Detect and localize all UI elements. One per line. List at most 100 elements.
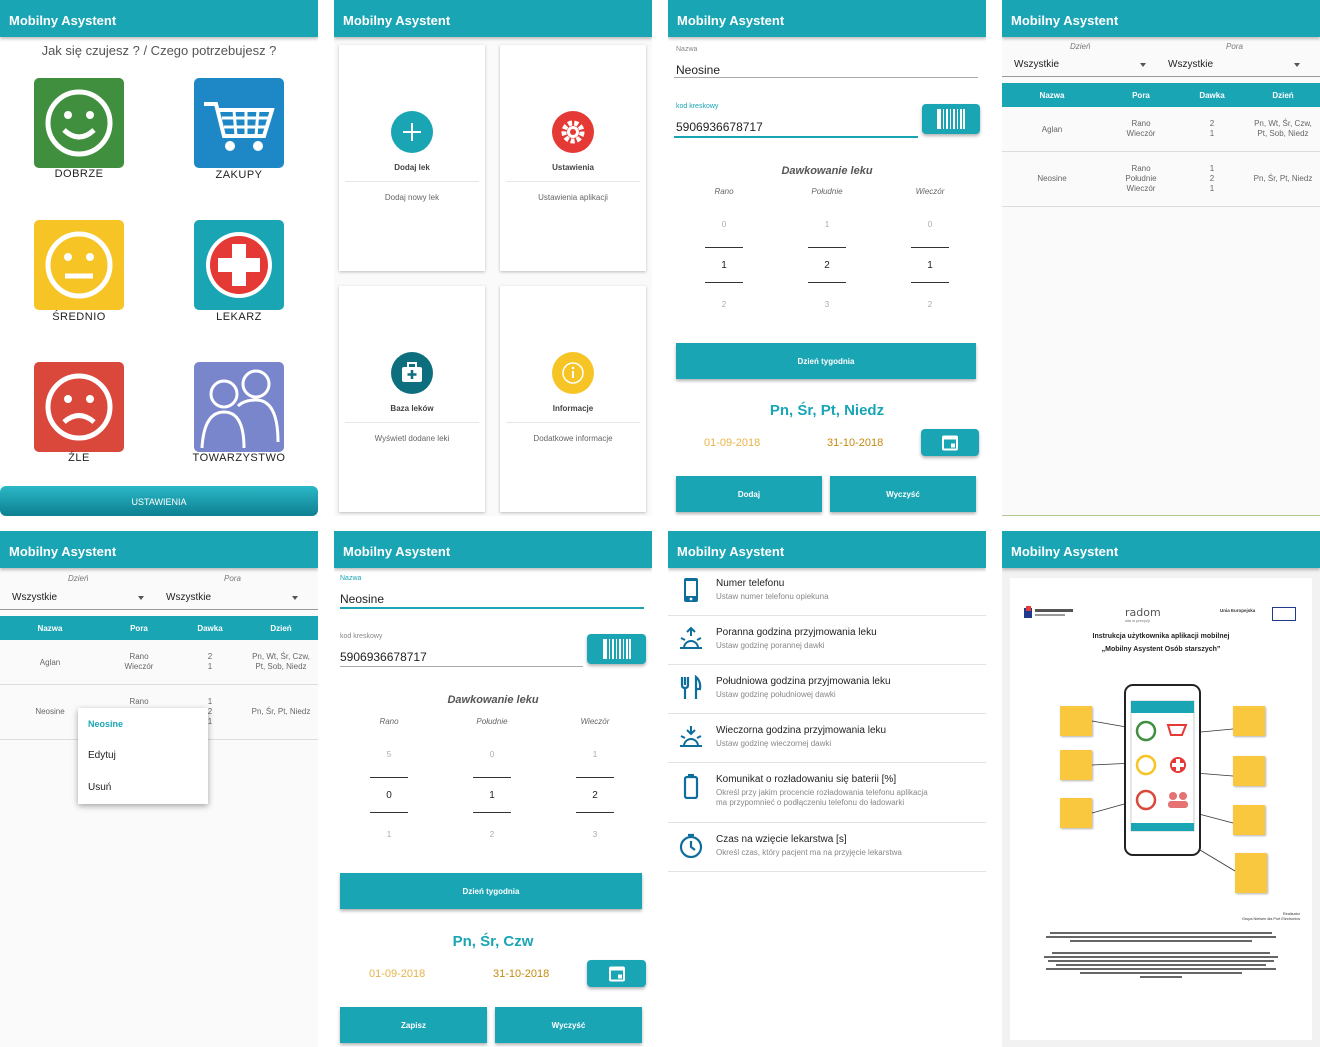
picker-prev[interactable]: 1 — [797, 220, 857, 229]
settings-card[interactable]: Ustawienia Ustawienia aplikacji — [500, 45, 646, 271]
edit-menu-item[interactable]: Edytuj — [88, 750, 116, 761]
name-input[interactable]: Neosine — [340, 592, 384, 606]
setting-evening-time[interactable]: Wieczorna godzina przyjmowania leku Usta… — [668, 714, 986, 763]
medkit-icon — [391, 352, 433, 394]
filter-day-select[interactable]: Wszystkie — [1014, 59, 1059, 70]
picker-morning-value[interactable]: 0 — [359, 790, 419, 801]
filter-day-select[interactable]: Wszystkie — [12, 592, 57, 603]
barcode-input[interactable]: 5906936678717 — [676, 120, 763, 134]
clear-button[interactable]: Wyczyść — [495, 1007, 642, 1043]
delete-menu-item[interactable]: Usuń — [88, 782, 111, 793]
picker-noon-value[interactable]: 2 — [797, 260, 857, 271]
picker-evening-value[interactable]: 1 — [900, 260, 960, 271]
app-bar-title: Mobilny Asystent — [334, 0, 652, 37]
fine-print-block — [1040, 930, 1282, 980]
mood-good-button[interactable] — [34, 78, 124, 168]
information-card[interactable]: Informacje Dodatkowe informacje — [500, 286, 646, 512]
manual-document[interactable]: radom siła w precyzji Unia Europejska In… — [1010, 578, 1312, 1040]
picker-next[interactable]: 3 — [565, 830, 625, 839]
home-question: Jak się czujesz ? / Czego potrzebujesz ? — [41, 43, 277, 58]
setting-subtitle: Określ przy jakim procencie rozładowania… — [716, 788, 928, 807]
picker-prev[interactable]: 1 — [565, 750, 625, 759]
doctor-button[interactable] — [194, 220, 284, 310]
picker-line — [576, 777, 614, 778]
weekday-button[interactable]: Dzień tygodnia — [676, 343, 976, 379]
calendar-icon — [942, 435, 958, 450]
setting-battery-alert[interactable]: Komunikat o rozładowaniu się baterii [%]… — [668, 763, 986, 823]
add-button[interactable]: Dodaj — [676, 476, 822, 512]
picker-evening-value[interactable]: 2 — [565, 790, 625, 801]
table-header: Nazwa Pora Dawka Dzień — [0, 616, 318, 640]
smile-icon — [45, 89, 113, 157]
settings-button[interactable]: USTAWIENIA — [0, 486, 318, 516]
mood-bad-button[interactable] — [34, 362, 124, 452]
company-label: TOWARZYSTWO — [192, 452, 286, 464]
picker-prev[interactable]: 0 — [694, 220, 754, 229]
chevron-down-icon[interactable] — [292, 596, 298, 600]
eu-funds-logo — [1024, 606, 1073, 618]
weekday-button[interactable]: Dzień tygodnia — [340, 873, 642, 909]
setting-phone-number[interactable]: Numer telefonu Ustaw numer telefonu opie… — [668, 567, 986, 616]
row-neosine-name[interactable]: Neosine — [20, 707, 80, 717]
picker-prev[interactable]: 0 — [900, 220, 960, 229]
eu-flag-icon — [1272, 607, 1296, 621]
chevron-down-icon[interactable] — [1294, 63, 1300, 67]
picker-morning-value[interactable]: 1 — [694, 260, 754, 271]
eu-logo-text: Unia Europejska — [1220, 608, 1256, 613]
date-to[interactable]: 31-10-2018 — [493, 968, 549, 980]
picker-next[interactable]: 3 — [797, 300, 857, 309]
picker-next[interactable]: 2 — [900, 300, 960, 309]
barcode-input[interactable]: 5906936678717 — [340, 650, 427, 664]
setting-medicine-time[interactable]: Czas na wzięcie lekarstwa [s] Określ cza… — [668, 823, 986, 872]
chevron-down-icon[interactable] — [1140, 63, 1146, 67]
date-from[interactable]: 01-09-2018 — [704, 437, 760, 449]
medicine-list-context-screen: Mobilny Asystent Dzień Pora Wszystkie Ws… — [0, 531, 318, 1047]
scan-barcode-button[interactable] — [922, 104, 980, 134]
card-divider — [506, 181, 640, 182]
card-description: Dodaj nowy lek — [384, 193, 440, 202]
shopping-button[interactable] — [194, 78, 284, 168]
picker-next[interactable]: 1 — [359, 830, 419, 839]
medicine-database-card[interactable]: Baza leków Wyświetl dodane leki — [339, 286, 485, 512]
row-aglan-name[interactable]: Aglan — [1022, 125, 1082, 135]
setting-morning-time[interactable]: Poranna godzina przyjmowania leku Ustaw … — [668, 616, 986, 665]
date-from[interactable]: 01-09-2018 — [369, 968, 425, 980]
sad-face-icon — [45, 373, 113, 441]
row-aglan-name[interactable]: Aglan — [20, 658, 80, 668]
picker-line — [473, 812, 511, 813]
barcode-label: kod kreskowy — [676, 103, 719, 110]
screen-bottom-line — [1002, 515, 1320, 516]
picker-prev[interactable]: 0 — [462, 750, 522, 759]
clear-button[interactable]: Wyczyść — [830, 476, 976, 512]
picker-next[interactable]: 2 — [462, 830, 522, 839]
row-neosine-name[interactable]: Neosine — [1022, 174, 1082, 184]
picker-prev[interactable]: 5 — [359, 750, 419, 759]
filter-time-select[interactable]: Wszystkie — [1168, 59, 1213, 70]
menu-screen: Mobilny Asystent Dodaj lek Dodaj nowy le… — [334, 0, 652, 516]
name-input[interactable]: Neosine — [676, 63, 720, 77]
info-icon — [552, 352, 594, 394]
chevron-down-icon[interactable] — [138, 596, 144, 600]
calendar-button[interactable] — [587, 960, 646, 987]
calendar-button[interactable] — [921, 429, 979, 456]
mood-bad-label: ŹLE — [68, 452, 90, 464]
radom-slogan: siła w precyzji — [1125, 618, 1150, 623]
row-neosine-days: Pn, Śr, Pt, Niedz — [1253, 174, 1313, 183]
scan-barcode-button[interactable] — [587, 634, 646, 664]
save-button[interactable]: Zapisz — [340, 1007, 487, 1043]
filter-time-label: Pora — [224, 574, 241, 583]
sticky-note — [1060, 798, 1092, 828]
filter-underline — [1002, 76, 1320, 77]
company-button[interactable] — [194, 362, 284, 452]
manual-title-line1: Instrukcja użytkownika aplikacji mobilne… — [1092, 633, 1230, 640]
setting-noon-time[interactable]: Południowa godzina przyjmowania leku Ust… — [668, 665, 986, 714]
row-divider — [0, 684, 318, 685]
add-medicine-card[interactable]: Dodaj lek Dodaj nowy lek — [339, 45, 485, 271]
picker-next[interactable]: 2 — [694, 300, 754, 309]
filter-time-select[interactable]: Wszystkie — [166, 592, 211, 603]
barcode-label: kod kreskowy — [340, 633, 383, 640]
mood-medium-button[interactable] — [34, 220, 124, 310]
picker-noon-value[interactable]: 1 — [462, 790, 522, 801]
date-to[interactable]: 31-10-2018 — [827, 437, 883, 449]
setting-subtitle: Ustaw godzinę wieczornej dawki — [716, 739, 832, 748]
